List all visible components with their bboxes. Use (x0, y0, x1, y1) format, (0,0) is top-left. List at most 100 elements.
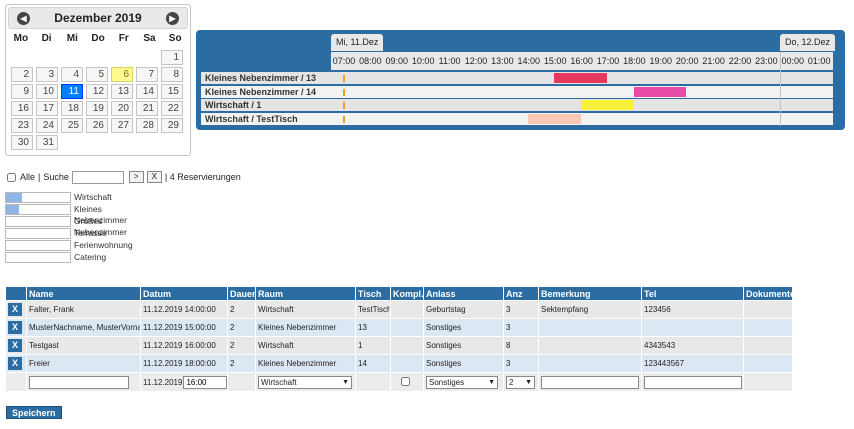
calendar-day[interactable]: 9 (11, 84, 33, 99)
calendar-day[interactable]: 4 (61, 67, 83, 82)
time-input[interactable] (183, 375, 227, 389)
tisch-cell (355, 372, 391, 392)
tel-input[interactable] (644, 375, 742, 389)
search-clear-button[interactable]: X (146, 171, 162, 183)
weekday-label: Fr (118, 33, 129, 44)
calendar-day[interactable]: 18 (61, 101, 83, 116)
chevron-right-icon[interactable]: ▶ (166, 12, 179, 25)
legend-item: Kleines Nebenzimmer (5, 204, 155, 225)
reservation-bar[interactable] (580, 100, 634, 110)
timeline-room-label: Wirtschaft / TestTisch (201, 112, 331, 125)
search-input[interactable] (71, 170, 124, 184)
timeline-hour-label: 22:00 (728, 56, 752, 66)
calendar-day[interactable]: 10 (36, 84, 58, 99)
calendar-day[interactable]: 11 (61, 84, 83, 99)
delete-button[interactable]: X (8, 357, 22, 370)
raum-select[interactable]: Wirtschaft ▼ (258, 375, 352, 389)
delete-button[interactable]: X (8, 339, 22, 352)
column-header: Anlass (423, 286, 504, 301)
timeline-hour-label: 14:00 (517, 56, 541, 66)
calendar-empty-cell (86, 135, 108, 150)
calendar-day[interactable]: 13 (111, 84, 133, 99)
occupancy-bar (5, 228, 71, 239)
timeline-hours: 07:00 08:00 09:00 10:00 11:00 12:00 13:00 14:00… (331, 52, 833, 70)
calendar-day[interactable]: 14 (136, 84, 158, 99)
timeline-hour-label: 12:00 (464, 56, 488, 66)
calendar-day[interactable]: 23 (11, 118, 33, 133)
cell-datum: 11.12.2019 15:00:00 (140, 318, 228, 337)
legend-item: Ferienwohnung (5, 240, 155, 252)
anlass-select[interactable]: Sonstiges ▼ (426, 375, 498, 389)
cell-name: Freier (26, 354, 141, 373)
reservation-bar[interactable] (528, 113, 581, 124)
calendar-day[interactable]: 30 (11, 135, 33, 150)
timeline-row: Kleines Nebenzimmer / 14 (201, 85, 833, 98)
search-label: Suche (43, 172, 69, 182)
name-input[interactable] (29, 375, 129, 389)
calendar-day[interactable]: 2 (11, 67, 33, 82)
delete-button[interactable]: X (8, 321, 22, 334)
weekday-label: Mi (66, 33, 78, 44)
calendar-day[interactable]: 3 (36, 67, 58, 82)
calendar-day[interactable]: 28 (136, 118, 158, 133)
bemerkung-input[interactable] (541, 375, 639, 389)
calendar-day[interactable]: 16 (11, 101, 33, 116)
calendar-day[interactable]: 20 (111, 101, 133, 116)
cell-bemerkung (538, 318, 642, 337)
calendar-day[interactable]: 5 (86, 67, 108, 82)
column-header: Dokumente (743, 286, 795, 301)
calendar-day[interactable]: 26 (86, 118, 108, 133)
delete-button[interactable]: X (8, 303, 22, 316)
calendar-day[interactable]: 12 (86, 84, 108, 99)
calendar-day[interactable]: 7 (136, 67, 158, 82)
calendar-day[interactable]: 19 (86, 101, 108, 116)
calendar-day[interactable]: 21 (136, 101, 158, 116)
cell-datum: 11.12.2019 18:00:00 (140, 354, 228, 373)
timeline-hour-label: 18:00 (623, 56, 646, 66)
cell-name: Falter, Frank (26, 300, 141, 319)
cell-dauer: 2 (227, 318, 256, 337)
calendar-day[interactable]: 8 (161, 67, 183, 82)
calendar-day[interactable]: 1 (161, 50, 183, 65)
calendar-day[interactable]: 24 (36, 118, 58, 133)
cell-dokumente (743, 318, 793, 337)
reservation-bar[interactable] (554, 73, 608, 83)
chevron-left-icon[interactable]: ◀ (17, 12, 30, 25)
cell-tel: 123443567 (641, 354, 744, 373)
calendar-empty-cell (111, 50, 133, 65)
cell-name: MusterNachname, MusterVornam (26, 318, 141, 337)
timeline-hour-label: 01:00 (807, 56, 831, 66)
calendar-day[interactable]: 6 (111, 67, 133, 82)
save-button[interactable]: Speichern (6, 406, 62, 419)
cell-name: Testgast (26, 336, 141, 355)
anz-select[interactable]: 2 ▼ (506, 375, 535, 389)
calendar-day[interactable]: 15 (161, 84, 183, 99)
calendar-empty-cell (86, 50, 108, 65)
delete-cell: X (5, 300, 27, 319)
cell-tisch: 14 (355, 354, 391, 373)
empty-cell (5, 372, 27, 392)
search-go-button[interactable]: > (128, 171, 144, 183)
kompl-checkbox[interactable] (401, 376, 410, 386)
cell-tel: 4343543 (641, 336, 744, 355)
table-header-row: Name Datum Dauer Raum Tisch Kompl. Anlass Anz Be… (5, 286, 795, 301)
occupancy-bar (5, 192, 71, 203)
all-label: Alle (20, 172, 36, 182)
timeline-day-label: Do, 12.Dez (780, 34, 836, 51)
reservation-bar[interactable] (633, 86, 687, 97)
calendar-day[interactable]: 31 (36, 135, 58, 150)
calendar-day[interactable]: 25 (61, 118, 83, 133)
raum-select-value: Wirtschaft (261, 377, 297, 387)
current-time-marker (343, 102, 345, 109)
cell-anlass: Geburtstag (423, 300, 504, 319)
all-checkbox[interactable] (7, 172, 16, 182)
dokumente-cell (743, 372, 793, 392)
calendar-day[interactable]: 17 (36, 101, 58, 116)
calendar-days: 1 2 3 4 5 6 7 8 9 10 11 12 13 14 15 16 17 18 19 20 21 22 23 24 2… (8, 50, 188, 150)
calendar-day[interactable]: 27 (111, 118, 133, 133)
table-row: X Falter, Frank 11.12.2019 14:00:00 2 Wirtsc… (5, 300, 793, 319)
calendar-day[interactable]: 29 (161, 118, 183, 133)
legend-item: Catering (5, 252, 155, 264)
calendar-day[interactable]: 22 (161, 101, 183, 116)
cell-dokumente (743, 300, 793, 319)
